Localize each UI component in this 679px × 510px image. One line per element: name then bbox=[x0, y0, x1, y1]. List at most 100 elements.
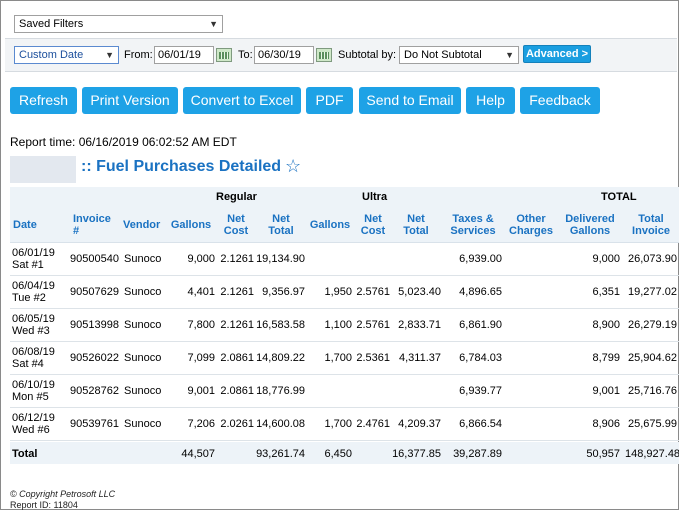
cell-vendor: Sunoco bbox=[124, 352, 162, 364]
cell-ult-net-cost: 2.5361 bbox=[356, 352, 390, 364]
saved-filters-select[interactable]: Saved Filters ▼ bbox=[14, 15, 223, 33]
cell-ult-gallons: 1,950 bbox=[324, 286, 352, 298]
from-label: From: bbox=[124, 49, 153, 61]
row-day: Sat #4 bbox=[12, 358, 44, 370]
cell-invoice: 90539761 bbox=[70, 418, 119, 430]
report-time: Report time: 06/16/2019 06:02:52 AM EDT bbox=[10, 135, 237, 149]
cell-ult-gallons: 1,700 bbox=[324, 418, 352, 430]
total-reg-gallons: 44,507 bbox=[181, 448, 215, 460]
total-label: Total bbox=[12, 448, 38, 460]
col-date[interactable]: Date bbox=[13, 219, 41, 231]
row-date: 06/04/19 bbox=[12, 280, 55, 292]
total-taxes: 39,287.89 bbox=[453, 448, 502, 460]
refresh-button[interactable]: Refresh bbox=[10, 87, 77, 114]
cell-reg-net-cost: 2.1261 bbox=[220, 319, 254, 331]
subtotal-select[interactable]: Do Not Subtotal ▼ bbox=[399, 46, 519, 64]
col-reg-net-total[interactable]: Net Total bbox=[263, 213, 299, 237]
cell-taxes: 6,784.03 bbox=[459, 352, 502, 364]
row-date: 06/01/19 bbox=[12, 247, 55, 259]
pdf-button[interactable]: PDF bbox=[306, 87, 353, 114]
row-date: 06/08/19 bbox=[12, 346, 55, 358]
calendar-icon[interactable] bbox=[316, 48, 332, 62]
cell-delivered: 6,351 bbox=[592, 286, 620, 298]
subtotal-label: Subtotal by: bbox=[338, 49, 397, 61]
help-button[interactable]: Help bbox=[466, 87, 515, 114]
copyright: © Copyright Petrosoft LLC bbox=[10, 489, 116, 499]
cell-reg-net-cost: 2.0261 bbox=[220, 418, 254, 430]
group-ultra: Ultra bbox=[362, 191, 388, 203]
total-reg-net-total: 93,261.74 bbox=[256, 448, 305, 460]
cell-total-invoice: 26,073.90 bbox=[628, 253, 677, 265]
col-other[interactable]: Other Charges bbox=[509, 213, 553, 237]
cell-ult-gallons: 1,100 bbox=[324, 319, 352, 331]
cell-taxes: 6,866.54 bbox=[459, 418, 502, 430]
cell-reg-net-cost: 2.0861 bbox=[220, 352, 254, 364]
col-reg-gallons[interactable]: Gallons bbox=[170, 219, 212, 231]
total-ult-net-total: 16,377.85 bbox=[392, 448, 441, 460]
advanced-button[interactable]: Advanced > bbox=[523, 45, 591, 63]
chevron-down-icon: ▼ bbox=[505, 50, 514, 60]
cell-ult-net-total: 2,833.71 bbox=[398, 319, 441, 331]
col-ult-net-cost[interactable]: Net Cost bbox=[356, 213, 390, 237]
cell-ult-net-total: 5,023.40 bbox=[398, 286, 441, 298]
cell-total-invoice: 26,279.19 bbox=[628, 319, 677, 331]
to-date-value: 06/30/19 bbox=[258, 49, 301, 61]
calendar-icon[interactable] bbox=[216, 48, 232, 62]
col-total-invoice[interactable]: Total Invoice bbox=[628, 213, 674, 237]
cell-reg-gallons: 9,001 bbox=[187, 385, 215, 397]
col-taxes[interactable]: Taxes & Services bbox=[447, 213, 499, 237]
col-reg-net-cost[interactable]: Net Cost bbox=[219, 213, 253, 237]
date-range-select[interactable]: Custom Date ▼ bbox=[14, 46, 119, 64]
col-invoice[interactable]: Invoice # bbox=[73, 213, 111, 237]
cell-reg-net-total: 19,134.90 bbox=[256, 253, 305, 265]
cell-taxes: 6,939.77 bbox=[459, 385, 502, 397]
from-date-input[interactable]: 06/01/19 bbox=[154, 46, 214, 64]
company-logo bbox=[10, 156, 76, 183]
chevron-down-icon: ▼ bbox=[209, 19, 218, 29]
cell-reg-net-cost: 2.1261 bbox=[220, 253, 254, 265]
feedback-button[interactable]: Feedback bbox=[520, 87, 600, 114]
cell-vendor: Sunoco bbox=[124, 319, 162, 331]
total-total-invoice: 148,927.48 bbox=[625, 448, 679, 460]
table-group-header bbox=[10, 187, 679, 207]
row-day: Mon #5 bbox=[12, 391, 49, 403]
col-vendor[interactable]: Vendor bbox=[123, 219, 163, 231]
cell-vendor: Sunoco bbox=[124, 286, 162, 298]
cell-reg-gallons: 7,206 bbox=[187, 418, 215, 430]
row-date: 06/10/19 bbox=[12, 379, 55, 391]
cell-taxes: 6,861.90 bbox=[459, 319, 502, 331]
print-version-button[interactable]: Print Version bbox=[82, 87, 178, 114]
row-day: Wed #6 bbox=[12, 424, 50, 436]
cell-reg-net-total: 14,600.08 bbox=[256, 418, 305, 430]
cell-reg-gallons: 7,099 bbox=[187, 352, 215, 364]
cell-vendor: Sunoco bbox=[124, 253, 162, 265]
row-date: 06/05/19 bbox=[12, 313, 55, 325]
cell-reg-gallons: 4,401 bbox=[187, 286, 215, 298]
group-total: TOTAL bbox=[601, 191, 637, 203]
subtotal-value: Do Not Subtotal bbox=[404, 49, 482, 61]
cell-invoice: 90500540 bbox=[70, 253, 119, 265]
cell-taxes: 4,896.65 bbox=[459, 286, 502, 298]
cell-reg-net-total: 9,356.97 bbox=[262, 286, 305, 298]
send-to-email-button[interactable]: Send to Email bbox=[359, 87, 461, 114]
date-range-value: Custom Date bbox=[19, 49, 84, 61]
cell-invoice: 90513998 bbox=[70, 319, 119, 331]
to-date-input[interactable]: 06/30/19 bbox=[254, 46, 314, 64]
report-id: Report ID: 11804 bbox=[10, 500, 78, 510]
cell-reg-net-cost: 2.1261 bbox=[220, 286, 254, 298]
cell-total-invoice: 25,716.76 bbox=[628, 385, 677, 397]
cell-vendor: Sunoco bbox=[124, 418, 162, 430]
convert-to-excel-button[interactable]: Convert to Excel bbox=[183, 87, 301, 114]
col-ult-gallons[interactable]: Gallons bbox=[309, 219, 351, 231]
col-delivered[interactable]: Delivered Gallons bbox=[562, 213, 618, 237]
favorite-star-icon[interactable]: ☆ bbox=[285, 156, 301, 177]
cell-delivered: 8,906 bbox=[592, 418, 620, 430]
cell-ult-gallons: 1,700 bbox=[324, 352, 352, 364]
row-day: Tue #2 bbox=[12, 292, 46, 304]
col-ult-net-total[interactable]: Net Total bbox=[398, 213, 434, 237]
cell-reg-net-total: 16,583.58 bbox=[256, 319, 305, 331]
cell-delivered: 8,900 bbox=[592, 319, 620, 331]
from-date-value: 06/01/19 bbox=[158, 49, 201, 61]
chevron-down-icon: ▼ bbox=[105, 50, 114, 60]
report-title: :: Fuel Purchases Detailed bbox=[81, 158, 282, 175]
